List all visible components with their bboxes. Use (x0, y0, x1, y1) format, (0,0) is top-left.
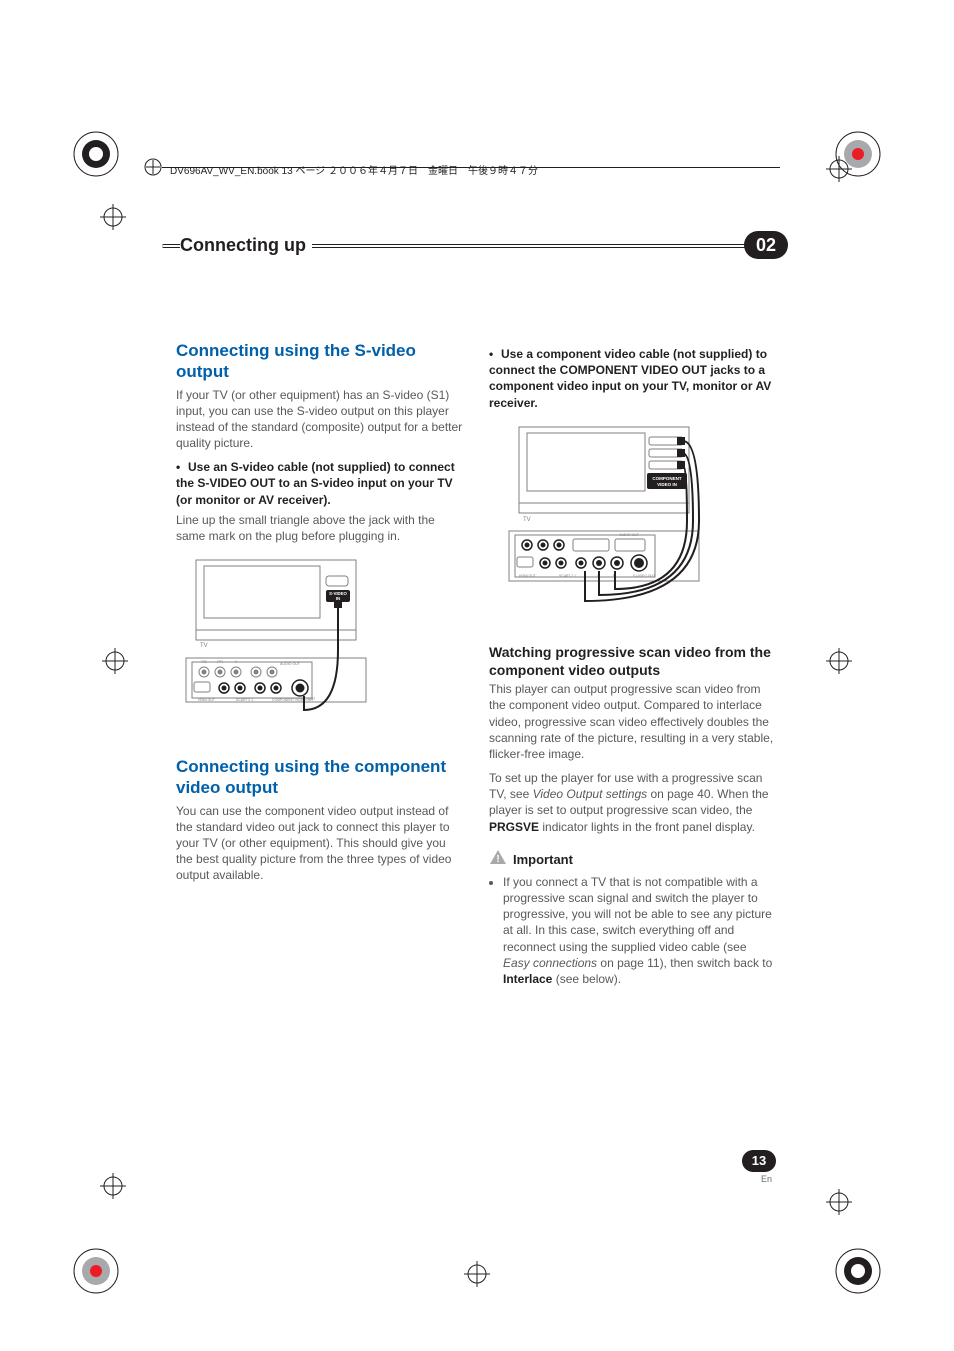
svg-text:TV: TV (200, 643, 208, 649)
crosshair-icon (826, 1189, 852, 1215)
warning-icon: ! (489, 849, 507, 870)
crosshair-icon (100, 1173, 126, 1199)
svg-text:!: ! (496, 854, 499, 865)
left-column: Connecting using the S-video output If y… (176, 340, 463, 987)
svg-text:AUDIO OUT: AUDIO OUT (619, 533, 640, 537)
important-callout: ! Important (489, 849, 776, 870)
printer-mark-icon (72, 1247, 120, 1295)
svg-text:AUDIO OUT: AUDIO OUT (280, 662, 301, 666)
svg-text:OUT: OUT (308, 697, 315, 701)
crosshair-icon (826, 156, 852, 182)
heading-component: Connecting using the component video out… (176, 756, 463, 799)
paragraph: This player can output progressive scan … (489, 681, 776, 762)
book-icon (144, 158, 162, 176)
svg-text:PR: PR (217, 659, 223, 664)
crosshair-icon (102, 648, 128, 674)
svideo-diagram: S-VIDEO IN TV PB PR Y AUDIO O (176, 554, 463, 734)
crosshair-icon (464, 1261, 490, 1287)
heading-svideo: Connecting using the S-video output (176, 340, 463, 383)
chapter-header: Connecting up 02 (176, 232, 776, 260)
page-number-badge: 13 (742, 1150, 776, 1172)
paragraph: To set up the player for use with a prog… (489, 770, 776, 835)
chapter-title: Connecting up (180, 235, 312, 256)
svg-text:Y: Y (235, 659, 238, 664)
svg-text:COMPONENT: COMPONENT (652, 476, 682, 481)
svg-text:SCART 2 1: SCART 2 1 (559, 574, 576, 578)
chapter-number-badge: 02 (744, 231, 788, 259)
heading-progressive: Watching progressive scan video from the… (489, 643, 776, 679)
right-column: •Use a component video cable (not suppli… (489, 340, 776, 987)
svg-text:TV: TV (523, 517, 531, 523)
svg-text:HDMI OUT: HDMI OUT (198, 698, 215, 702)
crosshair-icon (826, 648, 852, 674)
svg-text:VIDEO IN: VIDEO IN (657, 482, 677, 487)
list-item: If you connect a TV that is not compatib… (503, 874, 776, 987)
component-diagram: COMPONENT VIDEO IN TV AUDIO OUT (489, 421, 776, 621)
important-label: Important (513, 852, 573, 867)
file-header-text: DV696AV_WV_EN.book 13 ページ ２００６年４月７日 金曜日 … (170, 162, 538, 177)
crosshair-icon (100, 204, 126, 230)
page-language-label: En (761, 1174, 772, 1184)
bullet-instruction: •Use a component video cable (not suppli… (489, 346, 776, 411)
printer-mark-icon (72, 130, 120, 178)
printer-mark-icon (834, 1247, 882, 1295)
paragraph: If your TV (or other equipment) has an S… (176, 387, 463, 452)
important-note-list: If you connect a TV that is not compatib… (503, 874, 776, 987)
paragraph: You can use the component video output i… (176, 803, 463, 884)
svg-text:HDMI OUT: HDMI OUT (519, 574, 536, 578)
svg-text:S-VIDEO OUT: S-VIDEO OUT (633, 574, 655, 578)
paragraph: Line up the small triangle above the jac… (176, 512, 463, 544)
bullet-instruction: •Use an S-video cable (not supplied) to … (176, 459, 463, 508)
svg-text:PB: PB (201, 659, 207, 664)
svg-text:SCART 2 1: SCART 2 1 (236, 698, 253, 702)
